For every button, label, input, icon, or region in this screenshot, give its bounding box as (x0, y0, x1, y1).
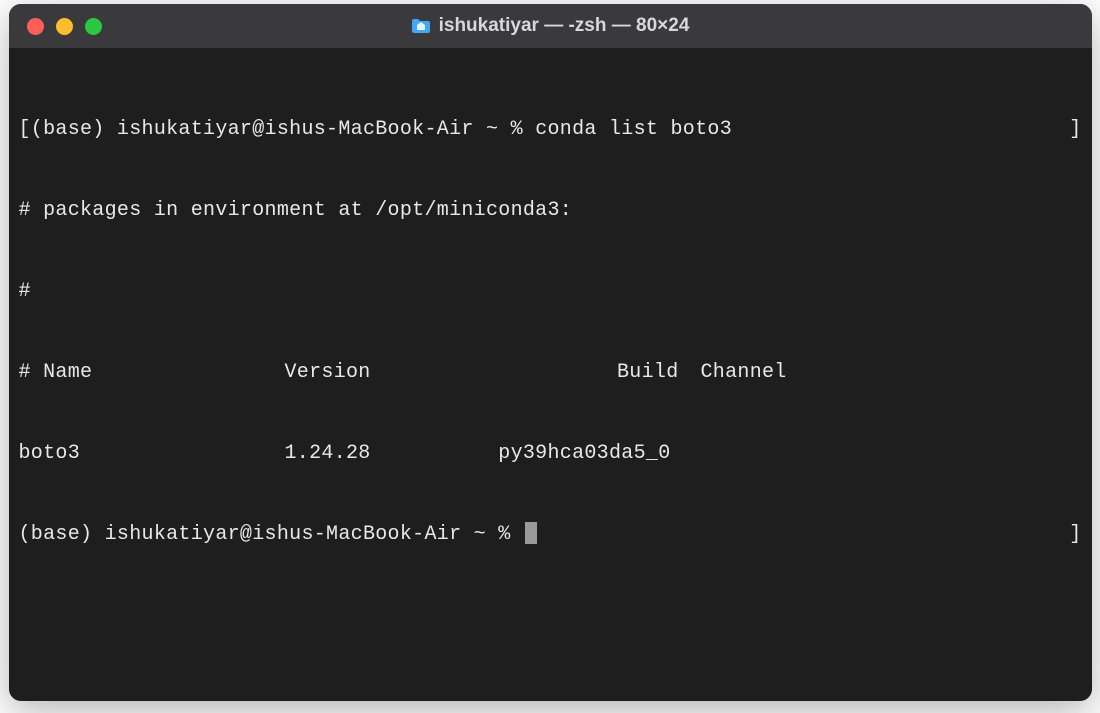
table-row: boto31.24.28py39hca03da5_0 (19, 440, 1082, 467)
traffic-lights (27, 18, 102, 35)
window-title: ishukatiyar — -zsh — 80×24 (439, 15, 690, 37)
prompt-text: (base) ishukatiyar@ishus-MacBook-Air ~ % (19, 523, 523, 546)
zoom-icon[interactable] (85, 18, 102, 35)
terminal-line-prompt: (base) ishukatiyar@ishus-MacBook-Air ~ %… (19, 521, 1082, 548)
minimize-icon[interactable] (56, 18, 73, 35)
header-version: Version (285, 359, 491, 386)
hash-comment: # (19, 278, 1082, 305)
env-comment: # packages in environment at /opt/minico… (19, 197, 1082, 224)
title-bar: ishukatiyar — -zsh — 80×24 (9, 4, 1092, 48)
terminal-body[interactable]: [(base) ishukatiyar@ishus-MacBook-Air ~ … (9, 48, 1092, 616)
cursor-icon (525, 522, 537, 544)
row-name: boto3 (19, 440, 285, 467)
header-build: Build (491, 359, 701, 386)
row-build: py39hca03da5_0 (491, 440, 701, 467)
home-folder-icon (411, 18, 431, 34)
terminal-line-command: [(base) ishukatiyar@ishus-MacBook-Air ~ … (19, 116, 1082, 143)
terminal-window: ishukatiyar — -zsh — 80×24 [(base) ishuk… (9, 4, 1092, 701)
right-bracket: ] (1069, 521, 1081, 548)
row-version: 1.24.28 (285, 440, 491, 467)
prompt-text: [(base) ishukatiyar@ishus-MacBook-Air ~ … (19, 118, 536, 141)
right-bracket: ] (1069, 116, 1081, 143)
window-title-group: ishukatiyar — -zsh — 80×24 (411, 15, 690, 37)
table-header: # NameVersionBuildChannel (19, 359, 1082, 386)
header-channel: Channel (701, 359, 1082, 386)
row-channel (701, 440, 1082, 467)
command-text: conda list boto3 (535, 118, 732, 141)
close-icon[interactable] (27, 18, 44, 35)
header-name: # Name (19, 359, 285, 386)
